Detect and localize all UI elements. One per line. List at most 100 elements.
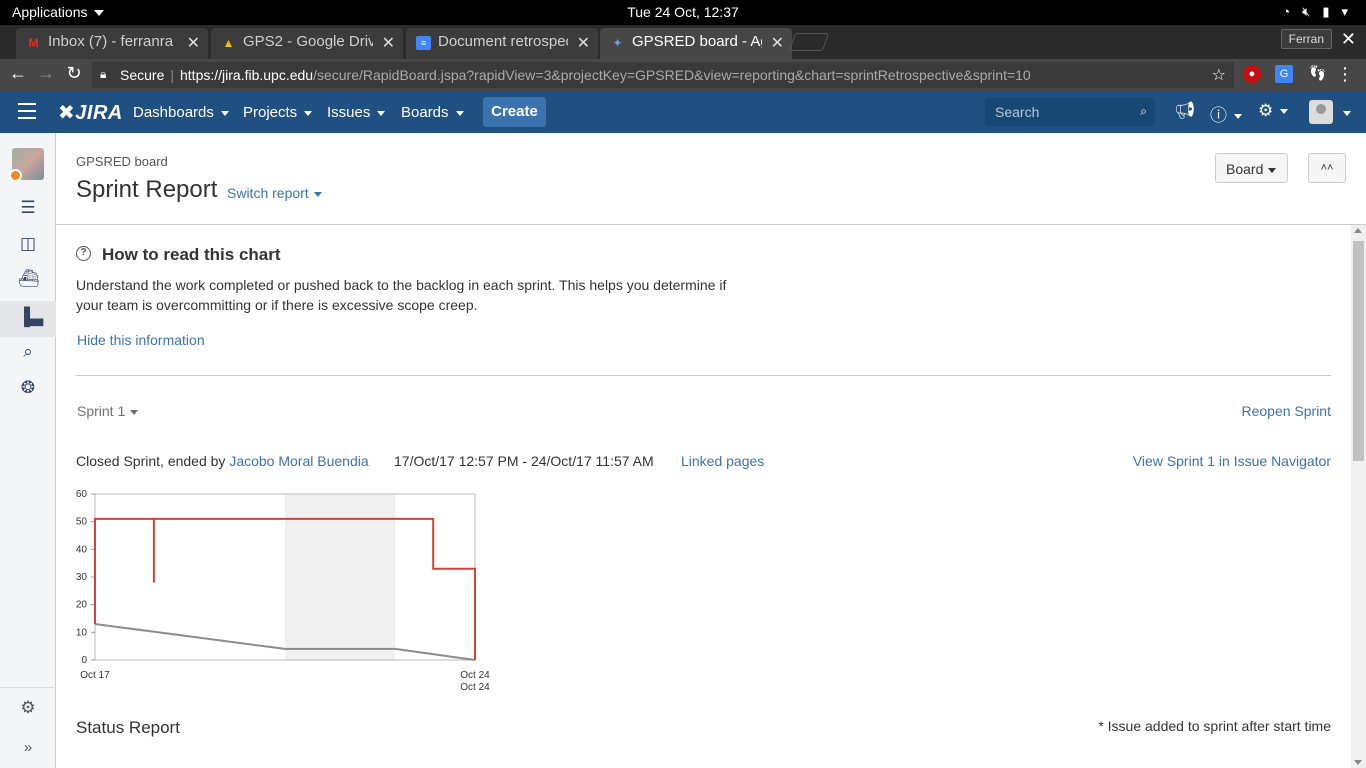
forward-arrow-icon[interactable]: → (34, 63, 58, 84)
expand-sidebar-icon[interactable]: » (18, 738, 38, 758)
board-breadcrumb[interactable]: GPSRED board (76, 154, 168, 169)
gear-icon[interactable]: ⚙ (1258, 101, 1289, 121)
wifi-icon[interactable]: ◔ (1282, 4, 1290, 20)
nav-projects[interactable]: Projects (243, 104, 313, 121)
view-in-issue-navigator-link[interactable]: View Sprint 1 in Issue Navigator (1133, 453, 1331, 469)
browser-tab-docs[interactable]: ≡ Document retrospec ✕ (406, 28, 598, 59)
sidebar-divider (0, 687, 56, 688)
translate-icon[interactable]: G (1275, 65, 1293, 83)
backlog-icon[interactable]: ☰ (18, 198, 38, 218)
browser-tab-strip: M Inbox (7) - ferranra ✕ ▲ GPS2 - Google… (0, 25, 1366, 59)
status-report-heading: Status Report (76, 718, 180, 737)
url-path: /secure/RapidBoard.jspa?rapidView=3&proj… (313, 67, 1031, 83)
secure-label: Secure (120, 67, 165, 83)
chevron-down-icon[interactable]: ▾ (1341, 4, 1348, 20)
help-description: Understand the work completed or pushed … (76, 277, 727, 313)
settings-gear-icon[interactable]: ⚙ (18, 698, 38, 718)
os-top-bar: Applications Tue 24 Oct, 12:37 ◔ 🔇︎ ▮ ▾ (0, 0, 1366, 25)
bookmark-star-icon[interactable]: ☆ (1212, 65, 1226, 85)
x-tick-label-start: Oct 17 (80, 670, 110, 681)
help-icon[interactable]: ⓘ (1210, 101, 1242, 126)
browser-tab-jira[interactable]: ✦ GPSRED board - Ag ✕ (600, 28, 792, 59)
question-circle-icon: ? (76, 246, 91, 261)
hide-information-link[interactable]: Hide this information (77, 332, 205, 348)
switch-report-label: Switch report (227, 185, 309, 201)
y-tick-label: 50 (76, 517, 88, 528)
issues-search-icon[interactable]: ⌕ (18, 342, 38, 362)
collapse-header-button[interactable]: ˄˄ (1308, 153, 1346, 183)
back-arrow-icon[interactable]: ← (6, 63, 30, 84)
chevron-down-icon (304, 110, 313, 116)
new-tab-button[interactable] (788, 33, 830, 51)
close-icon[interactable]: ✕ (187, 33, 200, 53)
nav-boards[interactable]: Boards (401, 104, 464, 121)
releases-ship-icon[interactable]: ⛴ (18, 269, 40, 289)
linked-pages-link[interactable]: Linked pages (681, 453, 764, 469)
active-sprint-board-icon[interactable]: ◫ (18, 234, 38, 254)
search-input[interactable]: Search ⌕ (985, 98, 1155, 126)
chevron-down-icon (455, 110, 464, 116)
window-close-icon[interactable]: ✕ (1341, 29, 1356, 50)
chevron-down-icon[interactable] (1336, 103, 1351, 123)
ended-by-user-link[interactable]: Jacobo Moral Buendia (229, 453, 368, 469)
hamburger-menu-icon[interactable] (18, 103, 36, 119)
profile-button[interactable]: Ferran (1280, 29, 1332, 49)
chevron-down-icon (1280, 109, 1289, 115)
switch-report-dropdown[interactable]: Switch report (227, 185, 322, 201)
ublock-icon[interactable]: ● (1243, 65, 1261, 83)
address-bar[interactable]: 🔒︎ Secure | https://jira.fib.upc.edu/secur… (92, 62, 1234, 88)
sprint-dates: 17/Oct/17 12:57 PM - 24/Oct/17 11:57 AM (394, 453, 654, 469)
sprint-select-dropdown[interactable]: Sprint 1 (77, 403, 139, 419)
gmail-icon: M (28, 36, 39, 50)
jira-icon: ✦ (612, 36, 623, 50)
search-icon: ⌕ (1140, 104, 1147, 118)
logo-text: JIRA (75, 102, 123, 124)
reopen-sprint-link[interactable]: Reopen Sprint (1241, 403, 1331, 419)
board-button-label: Board (1226, 161, 1264, 177)
add-ons-puzzle-icon[interactable]: ❂ (18, 378, 38, 398)
lock-icon: 🔒︎ (100, 67, 107, 81)
nav-label: Dashboards (133, 104, 214, 121)
nav-dashboards[interactable]: Dashboards (133, 104, 229, 121)
scroll-up-arrow-icon[interactable] (1354, 228, 1362, 233)
chevron-down-icon (377, 110, 386, 116)
gnome-icon[interactable]: 👣︎ (1308, 65, 1327, 83)
reload-icon[interactable]: ↻ (62, 63, 86, 84)
report-content: ? How to read this chart Understand the … (56, 225, 1366, 768)
close-icon[interactable]: ✕ (382, 33, 395, 53)
chevron-down-icon (1234, 114, 1242, 120)
scrollbar-thumb[interactable] (1353, 241, 1364, 461)
chevron-up-icon: ˄˄ (1320, 162, 1334, 174)
scroll-down-arrow-icon[interactable] (1354, 760, 1362, 765)
sprint-burndown-chart: 0 10 20 30 40 50 60 Oct 17 Oct 24Oct 24 (76, 489, 490, 693)
reports-chart-icon[interactable]: ▐▃ (18, 307, 43, 327)
sprint-select-label: Sprint 1 (77, 403, 126, 419)
megaphone-icon[interactable]: 📢︎ (1174, 101, 1196, 121)
board-dropdown-button[interactable]: Board (1215, 153, 1288, 183)
project-sidebar: ☰ ◫ ⛴ ▐▃ ⌕ ❂ ⚙ » (0, 133, 56, 768)
jira-logo[interactable]: ✖JIRA (58, 100, 123, 125)
battery-icon[interactable]: ▮ (1322, 4, 1329, 20)
browser-tab-drive[interactable]: ▲ GPS2 - Google Driv ✕ (211, 28, 403, 59)
browser-toolbar: ← → ↻ 🔒︎ Secure | https://jira.fib.upc.edu… (0, 59, 1366, 91)
applications-label: Applications (12, 4, 88, 20)
tab-title: GPSRED board - Ag (632, 33, 762, 50)
close-icon[interactable]: ✕ (577, 33, 590, 53)
chevron-down-icon (1343, 111, 1351, 117)
nav-issues[interactable]: Issues (327, 104, 386, 121)
browser-tab-gmail[interactable]: M Inbox (7) - ferranra ✕ (16, 28, 208, 59)
applications-menu[interactable]: Applications (12, 4, 104, 20)
page-scrollbar[interactable] (1351, 225, 1366, 768)
chevron-down-icon (1268, 167, 1277, 173)
tab-title: Inbox (7) - ferranra (48, 33, 174, 50)
chevron-down-icon (130, 409, 139, 415)
sprint-status: Closed Sprint, ended by Jacobo Moral Bue… (76, 453, 369, 469)
system-tray: ◔ 🔇︎ ▮ ▾ (1282, 4, 1348, 20)
close-icon[interactable]: ✕ (771, 33, 784, 53)
create-button[interactable]: Create (483, 97, 546, 127)
browser-menu-icon[interactable]: ⋮ (1336, 64, 1354, 85)
tab-title: Document retrospec (438, 33, 568, 50)
volume-muted-icon[interactable]: 🔇︎ (1302, 4, 1310, 20)
project-badge-icon (9, 169, 22, 182)
user-avatar[interactable] (1309, 100, 1333, 124)
